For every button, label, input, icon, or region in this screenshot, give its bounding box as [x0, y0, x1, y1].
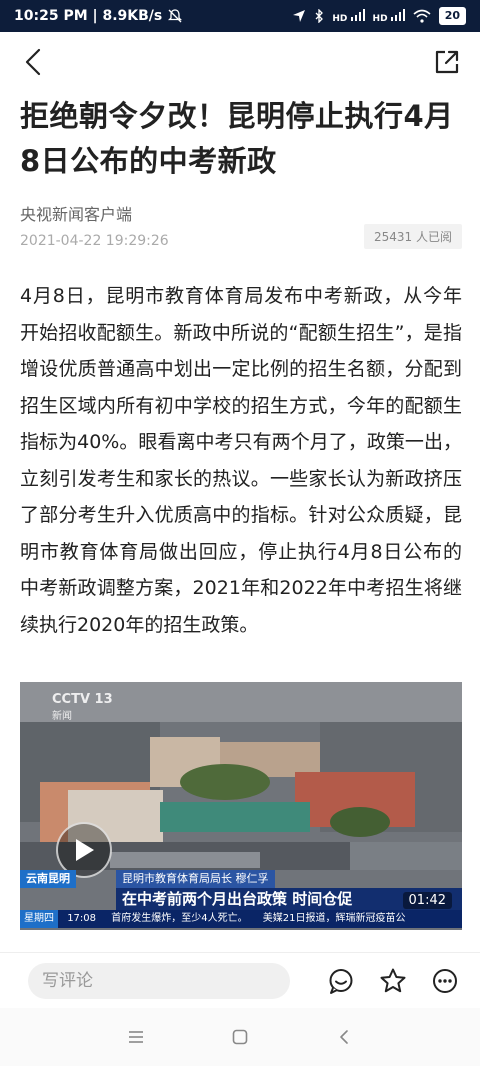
signal-hd-1: HD — [332, 8, 365, 24]
favorite-button[interactable] — [378, 966, 408, 996]
signal-bars-icon — [390, 8, 405, 21]
video-duration: 01:42 — [402, 892, 452, 909]
status-time-speed: 10:25 PM | 8.9KB/s — [14, 8, 163, 24]
bluetooth-icon — [315, 9, 324, 23]
status-bar: 10:25 PM | 8.9KB/s HD HD 20 — [0, 0, 480, 32]
ticker-time: 17:08 — [67, 913, 97, 924]
speaker-caption: 昆明市教育体育局局长 穆仁孚 — [116, 870, 275, 888]
home-button[interactable] — [228, 1025, 252, 1049]
share-button[interactable] — [432, 47, 462, 77]
share-external-icon — [435, 50, 459, 74]
video-lower-third: 云南昆明 昆明市教育体育局局长 穆仁孚 在中考前两个月出台政策 时间仓促 星期四… — [20, 870, 462, 930]
comment-bubble-icon — [329, 968, 353, 994]
ticker-text-2: 美媒21日报道，辉瑞新冠疫苗公 — [262, 913, 406, 924]
article: 拒绝朝令夕改！昆明停止执行4月8日公布的中考新政 央视新闻客户端 2021-04… — [20, 92, 462, 643]
battery-indicator: 20 — [438, 7, 466, 25]
video-player[interactable]: CCTV 13 新闻 云南昆明 昆明市教育体育局局长 穆仁孚 在中考前两个月出台… — [20, 682, 462, 930]
system-nav-bar — [0, 1008, 480, 1066]
bottom-action-bar: 写评论 — [0, 952, 480, 1008]
article-meta: 央视新闻客户端 2021-04-22 19:29:26 25431 人已阅 — [20, 204, 462, 256]
mute-bell-icon — [168, 9, 183, 23]
back-button[interactable] — [18, 47, 48, 77]
article-source[interactable]: 央视新闻客户端 — [20, 204, 462, 226]
article-body: 4月8日，昆明市教育体育局发布中考新政，从今年开始招收配额生。新政中所说的“配额… — [20, 285, 462, 636]
read-count-badge: 25431 人已阅 — [364, 224, 462, 249]
ticker-text-1: 首府发生爆炸，至少4人死亡。 — [111, 913, 248, 924]
signal-hd-2: HD — [373, 8, 405, 24]
back-arrow-icon — [25, 48, 41, 76]
top-nav — [0, 32, 480, 92]
comment-input[interactable]: 写评论 — [28, 962, 290, 999]
home-square-icon — [232, 1029, 248, 1045]
play-icon — [76, 839, 94, 861]
recents-button[interactable] — [124, 1025, 148, 1049]
comment-button[interactable] — [326, 966, 356, 996]
channel-logo: CCTV 13 新闻 — [52, 692, 113, 722]
wifi-icon — [413, 9, 431, 23]
ticker-day: 星期四 — [20, 910, 58, 928]
menu-lines-icon — [129, 1031, 143, 1043]
signal-bars-icon — [350, 8, 365, 21]
favorite-star-icon — [380, 968, 406, 992]
location-tag: 云南昆明 — [20, 870, 76, 888]
news-ticker: 星期四 17:08 首府发生爆炸，至少4人死亡。 美媒21日报道，辉瑞新冠疫苗公 — [20, 910, 462, 928]
article-title: 拒绝朝令夕改！昆明停止执行4月8日公布的中考新政 — [20, 99, 454, 178]
more-options-icon — [433, 968, 457, 993]
more-button[interactable] — [430, 966, 460, 996]
system-back-button[interactable] — [332, 1025, 356, 1049]
back-chevron-icon — [340, 1030, 348, 1044]
location-icon — [293, 10, 306, 22]
